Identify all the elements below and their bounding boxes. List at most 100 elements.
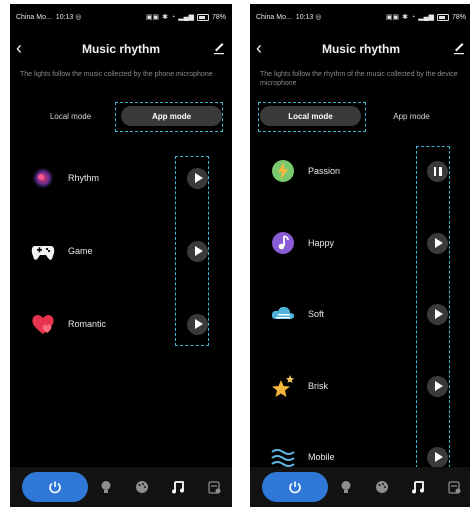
battery-icon xyxy=(196,13,209,21)
battery-level: 78% xyxy=(451,13,466,21)
tab-label: Local mode xyxy=(49,111,92,121)
nav-palette[interactable] xyxy=(124,480,160,494)
nav-music[interactable] xyxy=(160,480,196,494)
tab-local-mode[interactable]: Local mode xyxy=(260,106,361,126)
lightning-icon xyxy=(272,160,294,182)
nfc-icon: ▣▣ xyxy=(385,14,400,21)
tab-label: Local mode xyxy=(288,111,333,121)
calendar-icon xyxy=(447,481,460,494)
nav-bulb[interactable] xyxy=(88,480,124,494)
page-title: Music rhythm xyxy=(321,42,400,56)
tab-local-mode[interactable]: Local mode xyxy=(20,106,121,126)
pause-icon xyxy=(433,166,442,176)
power-icon xyxy=(49,481,61,494)
play-icon xyxy=(194,319,203,329)
play-button[interactable] xyxy=(187,313,208,335)
palette-icon xyxy=(376,481,388,493)
stars-icon xyxy=(272,375,294,397)
mode-switch: Local mode App mode xyxy=(260,104,462,128)
signal-icon: ▂▄▆ xyxy=(178,14,194,21)
list-item[interactable]: Romantic xyxy=(16,295,226,353)
item-label: Game xyxy=(68,246,93,256)
status-bar: China Mo... 10:13 ◎ ▣▣ ✱ ◔ ▂▄▆ 78% xyxy=(10,4,232,30)
nav-bulb[interactable] xyxy=(328,480,364,494)
tab-app-mode[interactable]: App mode xyxy=(121,106,222,126)
bluetooth-icon: ✱ xyxy=(402,14,409,21)
battery-icon xyxy=(436,13,449,21)
list-item[interactable]: Happy xyxy=(256,214,466,272)
list-item[interactable]: Game xyxy=(16,222,226,280)
mode-list: Rhythm Game Romantic xyxy=(16,149,226,359)
item-label: Happy xyxy=(308,238,335,248)
cloud-icon xyxy=(271,306,295,319)
header: ‹ Music rhythm xyxy=(10,36,232,62)
gamepad-icon xyxy=(31,246,55,260)
music-icon xyxy=(412,481,424,494)
list-item[interactable]: Soft xyxy=(256,285,466,343)
nav-schedule[interactable] xyxy=(196,480,232,494)
play-icon xyxy=(434,238,443,248)
phone-screen-right: China Mo... 10:13 ◎ ▣▣ ✱ ◔ ▂▄▆ 78% ‹ Mus… xyxy=(250,4,470,507)
rhythm-icon xyxy=(32,167,54,189)
power-button[interactable] xyxy=(262,472,328,502)
pause-button[interactable] xyxy=(427,160,448,182)
play-button[interactable] xyxy=(187,167,208,189)
play-button[interactable] xyxy=(427,303,448,325)
play-button[interactable] xyxy=(427,446,448,468)
carrier-label: China Mo... xyxy=(16,13,52,21)
item-label: Mobile xyxy=(308,452,335,462)
palette-icon xyxy=(136,481,148,493)
battery-level: 78% xyxy=(211,13,226,21)
wifi-icon: ◔ xyxy=(411,13,416,21)
signal-icon: ▂▄▆ xyxy=(418,14,434,21)
description-text: The lights follow the music collected by… xyxy=(20,71,213,78)
wifi-icon: ◔ xyxy=(171,13,176,21)
back-arrow-icon[interactable]: ‹ xyxy=(16,38,22,58)
back-arrow-icon[interactable]: ‹ xyxy=(256,38,262,58)
bottom-nav xyxy=(10,467,232,507)
notification-icon: ◎ xyxy=(315,14,322,21)
item-label: Brisk xyxy=(308,381,328,391)
page-title: Music rhythm xyxy=(81,42,160,56)
item-label: Soft xyxy=(308,309,325,319)
tab-label: App mode xyxy=(393,111,430,121)
heart-icon xyxy=(32,315,54,334)
play-button[interactable] xyxy=(427,232,448,254)
item-label: Passion xyxy=(308,166,341,176)
play-button[interactable] xyxy=(187,240,208,262)
list-item[interactable]: Passion xyxy=(256,142,466,200)
mode-switch: Local mode App mode xyxy=(20,104,222,128)
edit-pen-icon[interactable] xyxy=(212,39,226,55)
power-icon xyxy=(289,481,301,494)
bulb-icon xyxy=(101,481,111,493)
nav-music[interactable] xyxy=(400,480,436,494)
tab-app-mode[interactable]: App mode xyxy=(361,106,462,126)
nav-palette[interactable] xyxy=(364,480,400,494)
tab-label: App mode xyxy=(151,111,192,121)
clock: 10:13 xyxy=(55,13,74,21)
notification-icon: ◎ xyxy=(75,14,82,21)
bluetooth-icon: ✱ xyxy=(162,14,169,21)
edit-pen-icon[interactable] xyxy=(452,39,466,55)
phone-screen-left: China Mo... 10:13 ◎ ▣▣ ✱ ◔ ▂▄▆ 78% ‹ Mus… xyxy=(10,4,232,507)
bulb-icon xyxy=(341,481,351,493)
play-icon xyxy=(434,452,443,462)
bottom-nav xyxy=(250,467,470,507)
music-note-icon xyxy=(272,232,294,254)
play-icon xyxy=(434,381,443,391)
header: ‹ Music rhythm xyxy=(250,36,470,62)
status-bar: China Mo... 10:13 ◎ ▣▣ ✱ ◔ ▂▄▆ 78% xyxy=(250,4,470,30)
list-item[interactable]: Brisk xyxy=(256,357,466,415)
play-button[interactable] xyxy=(427,375,448,397)
calendar-icon xyxy=(207,481,220,494)
clock: 10:13 xyxy=(295,13,314,21)
carrier-label: China Mo... xyxy=(256,13,292,21)
play-icon xyxy=(434,309,443,319)
list-item[interactable]: Rhythm xyxy=(16,149,226,207)
play-icon xyxy=(194,246,203,256)
item-label: Rhythm xyxy=(68,173,100,183)
item-label: Romantic xyxy=(68,319,107,329)
power-button[interactable] xyxy=(22,472,88,502)
nav-schedule[interactable] xyxy=(436,480,470,494)
play-icon xyxy=(194,173,203,183)
